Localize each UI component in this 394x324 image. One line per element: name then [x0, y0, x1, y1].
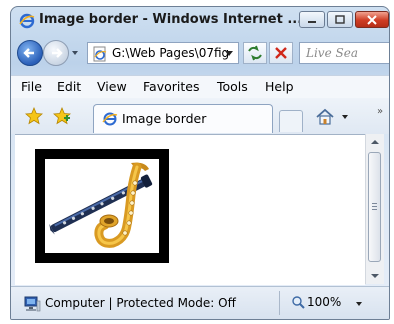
- status-bar: Computer | Protected Mode: Off 100%: [11, 286, 389, 319]
- title-bar[interactable]: Image border - Windows Internet ...: [11, 7, 389, 35]
- grip-icon: [372, 203, 377, 210]
- maximize-icon: [335, 15, 345, 24]
- menu-favorites[interactable]: Favorites: [143, 79, 199, 94]
- instruments-picture: [49, 162, 153, 248]
- scroll-up-arrow-icon[interactable]: [366, 134, 384, 150]
- ie-page-icon: [93, 46, 107, 62]
- minimize-icon: [308, 20, 316, 23]
- maximize-button[interactable]: [327, 11, 353, 28]
- search-placeholder: Live Sea: [306, 46, 358, 60]
- search-box[interactable]: Live Sea: [299, 42, 389, 64]
- new-tab-button[interactable]: [279, 110, 303, 132]
- scroll-down-arrow-icon[interactable]: [366, 268, 384, 284]
- back-arrow-icon: [23, 48, 34, 58]
- window-title: Image border - Windows Internet ...: [39, 12, 303, 27]
- zoom-dropdown-icon[interactable]: [355, 300, 363, 308]
- menu-tools[interactable]: Tools: [217, 79, 248, 94]
- home-icon[interactable]: [315, 107, 335, 127]
- refresh-button[interactable]: [243, 42, 267, 64]
- close-icon: [367, 14, 377, 25]
- security-zone-text[interactable]: Computer | Protected Mode: Off: [45, 296, 236, 310]
- ie-page-icon: [102, 112, 118, 126]
- stop-icon: [275, 47, 287, 59]
- address-dropdown-icon[interactable]: [222, 45, 236, 61]
- page-content: [15, 134, 365, 285]
- instruments-image: [45, 159, 159, 253]
- menu-help[interactable]: Help: [265, 79, 294, 94]
- vertical-scrollbar[interactable]: [365, 134, 384, 284]
- stop-button[interactable]: [269, 42, 293, 64]
- forward-button[interactable]: [43, 40, 69, 66]
- tab-image-border[interactable]: Image border: [93, 104, 273, 133]
- home-dropdown-icon[interactable]: [341, 113, 349, 121]
- tab-bar: Image border »: [11, 98, 389, 134]
- address-bar[interactable]: G:\Web Pages\07fig: [87, 42, 239, 64]
- zoom-level[interactable]: 100%: [307, 295, 341, 309]
- refresh-icon: [248, 45, 262, 61]
- status-divider: [279, 291, 280, 315]
- bordered-image: [35, 149, 169, 263]
- menu-file[interactable]: File: [21, 79, 42, 94]
- minimize-button[interactable]: [299, 11, 325, 28]
- forward-arrow-icon: [52, 48, 63, 58]
- favorites-star-icon[interactable]: [25, 107, 43, 125]
- computer-icon: [24, 296, 41, 312]
- close-button[interactable]: [355, 11, 389, 28]
- browser-window: Image border - Windows Internet ... G:\W…: [10, 6, 390, 320]
- toolbar-overflow-icon[interactable]: »: [377, 106, 383, 117]
- menu-bar: File Edit View Favorites Tools Help: [11, 75, 389, 99]
- recent-pages-dropdown-icon[interactable]: [71, 49, 79, 57]
- zoom-magnifier-icon[interactable]: [291, 295, 305, 309]
- menu-view[interactable]: View: [97, 79, 127, 94]
- address-url: G:\Web Pages\07fig: [112, 46, 230, 60]
- tab-label: Image border: [122, 111, 207, 126]
- ie-logo-icon: [19, 13, 35, 29]
- add-favorites-icon[interactable]: [53, 107, 71, 125]
- scrollbar-thumb[interactable]: [368, 152, 381, 262]
- navigation-bar: G:\Web Pages\07fig Live Sea: [11, 39, 389, 69]
- menu-edit[interactable]: Edit: [57, 79, 81, 94]
- back-button[interactable]: [17, 40, 43, 66]
